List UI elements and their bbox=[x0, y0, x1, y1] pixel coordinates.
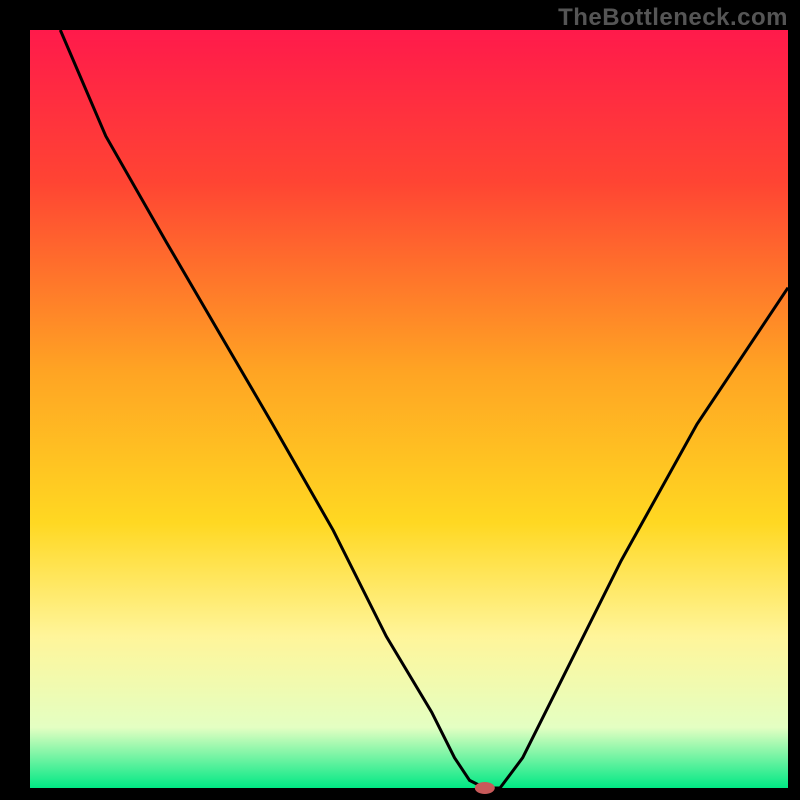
bottleneck-chart bbox=[0, 0, 800, 800]
chart-frame: TheBottleneck.com bbox=[0, 0, 800, 800]
optimum-marker bbox=[475, 782, 495, 794]
